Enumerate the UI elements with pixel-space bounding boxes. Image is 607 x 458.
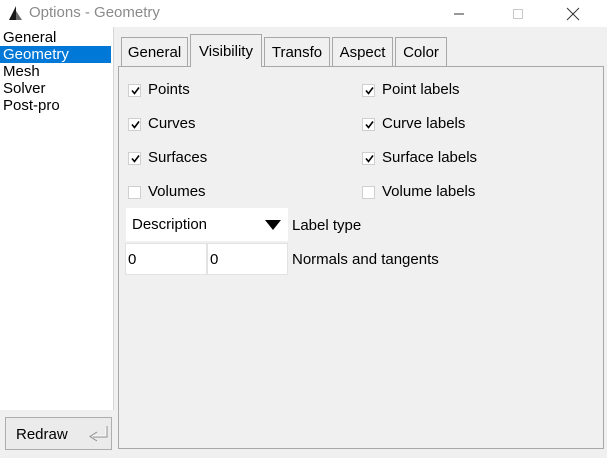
tab-general[interactable]: General [121,37,188,66]
curves-checkbox[interactable] [128,118,141,131]
category-sidebar: General Geometry Mesh Solver Post-pro [0,27,114,410]
normals-input[interactable] [125,243,207,275]
tab-color[interactable]: Color [395,37,447,66]
sidebar-item-mesh[interactable]: Mesh [0,63,111,80]
close-icon [566,7,580,20]
close-button[interactable] [550,0,596,27]
check-icon [131,155,140,163]
title-bar: Options - Geometry [0,0,607,27]
check-icon [131,87,140,95]
enter-icon [89,426,108,442]
volumes-label: Volumes [148,183,206,200]
chevron-down-icon[interactable] [260,210,286,239]
surface-labels-label: Surface labels [382,149,478,166]
tangents-input[interactable] [207,243,288,275]
minimize-icon [454,13,464,14]
surfaces-label: Surfaces [148,149,208,166]
sidebar-item-geometry[interactable]: Geometry [0,46,111,63]
curve-labels-label: Curve labels [382,115,466,132]
tab-transfo[interactable]: Transfo [264,37,330,66]
check-icon [365,121,374,129]
check-icon [131,121,140,129]
points-label: Points [148,81,190,98]
sidebar-item-post-pro[interactable]: Post-pro [0,97,111,114]
check-icon [365,87,374,95]
volumes-checkbox[interactable] [128,186,141,199]
volume-labels-label: Volume labels [382,183,476,200]
volume-labels-checkbox[interactable] [362,186,375,199]
window-title: Options - Geometry [29,4,160,21]
redraw-label: Redraw [16,426,68,443]
redraw-button[interactable]: Redraw [5,417,112,450]
points-checkbox[interactable] [128,84,141,97]
normals-label: Normals and tangents [292,251,439,268]
label-type-dropdown[interactable]: Description [126,208,288,241]
curve-labels-checkbox[interactable] [362,118,375,131]
check-icon [365,155,374,163]
minimize-button[interactable] [436,0,482,27]
surface-labels-checkbox[interactable] [362,152,375,165]
point-labels-label: Point labels [382,81,460,98]
label-type-label: Label type [292,217,362,234]
sidebar-item-solver[interactable]: Solver [0,80,111,97]
point-labels-checkbox[interactable] [362,84,375,97]
maximize-button[interactable] [495,0,541,27]
tab-aspect[interactable]: Aspect [332,37,393,66]
curves-label: Curves [148,115,196,132]
sidebar-item-general[interactable]: General [0,29,111,46]
maximize-icon [513,8,523,19]
label-type-value: Description [132,216,208,233]
surfaces-checkbox[interactable] [128,152,141,165]
app-icon [9,6,22,20]
tab-visibility[interactable]: Visibility [190,34,262,67]
